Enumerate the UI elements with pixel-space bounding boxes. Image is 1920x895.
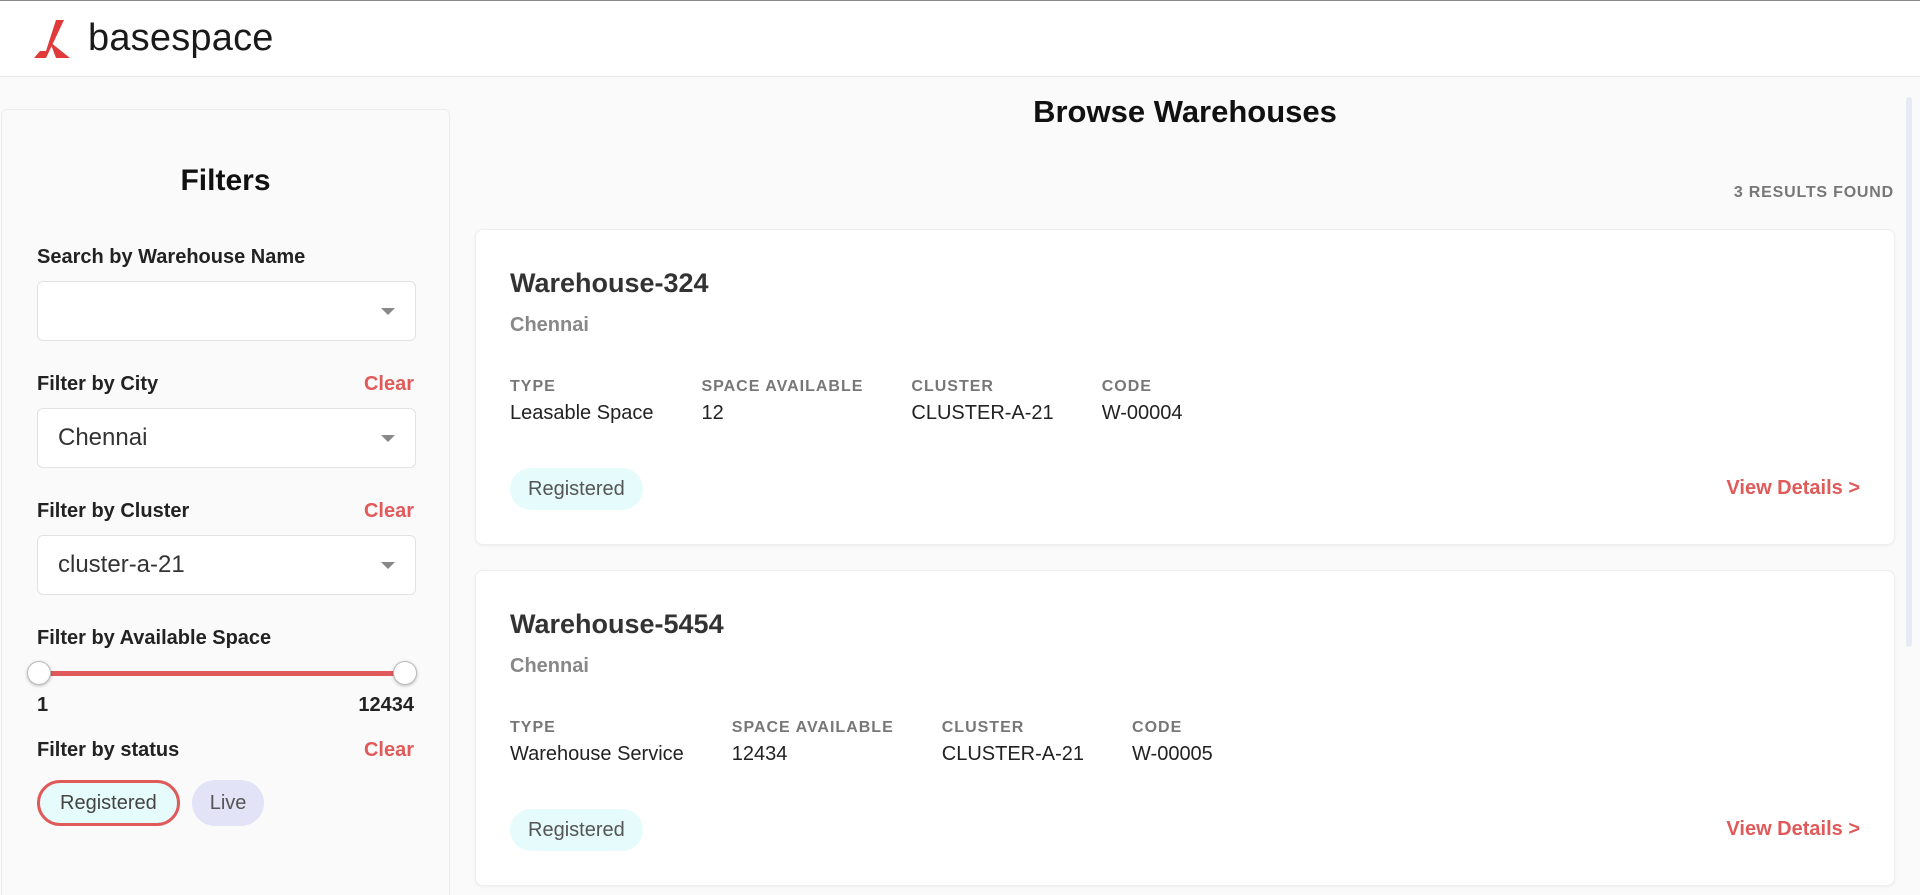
filters-title: Filters [180, 164, 271, 197]
status-chip-registered[interactable]: Registered [37, 780, 180, 826]
city-select[interactable]: Chennai [37, 408, 416, 468]
warehouse-name-select[interactable] [37, 281, 416, 341]
attr-value: 12 [701, 402, 724, 424]
space-min-value: 1 [37, 694, 49, 716]
slider-track [39, 671, 405, 676]
space-max-value: 12434 [358, 694, 414, 716]
attr-label: CODE [1132, 719, 1183, 736]
attr-value: W-00004 [1101, 402, 1183, 424]
results-count: 3 RESULTS FOUND [1733, 184, 1894, 201]
attr-value: 12434 [731, 743, 788, 765]
attr-value: Leasable Space [510, 402, 654, 424]
search-filter: Search by Warehouse Name [37, 246, 416, 341]
space-label: Filter by Available Space [37, 627, 272, 649]
attr-code: CODE W-00005 [1132, 719, 1213, 766]
attr-value: W-00005 [1132, 743, 1213, 765]
attr-label: SPACE AVAILABLE [731, 719, 894, 736]
status-filter: Filter by status Clear Registered Live [37, 739, 414, 826]
attr-label: CLUSTER [911, 378, 994, 395]
warehouse-name: Warehouse-324 [510, 268, 709, 298]
warehouse-city: Chennai [510, 314, 589, 336]
cluster-value: cluster-a-21 [58, 551, 185, 578]
chevron-down-icon [381, 434, 395, 442]
city-filter: Filter by City Clear Chennai [37, 373, 416, 468]
attr-cluster: CLUSTER CLUSTER-A-21 [911, 378, 1053, 425]
top-bar: basespace [0, 0, 1920, 77]
attr-value: CLUSTER-A-21 [911, 402, 1054, 424]
brand-name[interactable]: basespace [88, 17, 274, 60]
status-badge: Registered [510, 468, 643, 510]
status-clear-link[interactable]: Clear [364, 739, 414, 762]
chevron-down-icon [381, 561, 395, 569]
status-badge: Registered [510, 809, 643, 851]
basespace-logo-icon [34, 19, 70, 58]
view-details-link[interactable]: View Details > [1726, 477, 1860, 500]
attr-space: SPACE AVAILABLE 12434 [732, 719, 894, 766]
attr-label: CODE [1101, 378, 1152, 395]
attr-value: Warehouse Service [510, 743, 684, 765]
cluster-label: Filter by Cluster [37, 500, 190, 522]
attr-type: TYPE Leasable Space [510, 378, 653, 425]
city-label: Filter by City [37, 373, 159, 395]
search-label: Search by Warehouse Name [37, 246, 306, 268]
attr-code: CODE W-00004 [1102, 378, 1183, 425]
city-clear-link[interactable]: Clear [364, 373, 414, 396]
page-scrollbar[interactable] [1906, 97, 1912, 647]
attr-type: TYPE Warehouse Service [510, 719, 684, 766]
attr-label: TYPE [510, 378, 556, 395]
warehouse-card: Warehouse-324 Chennai TYPE Leasable Spac… [475, 229, 1895, 545]
slider-min-handle[interactable] [27, 661, 51, 685]
attr-label: TYPE [510, 719, 556, 736]
warehouse-city: Chennai [510, 655, 589, 677]
attr-label: CLUSTER [941, 719, 1025, 736]
warehouse-name: Warehouse-5454 [510, 609, 724, 639]
warehouse-card: Warehouse-5454 Chennai TYPE Warehouse Se… [475, 570, 1895, 886]
city-value: Chennai [58, 424, 148, 451]
attr-space: SPACE AVAILABLE 12 [701, 378, 863, 425]
space-filter: Filter by Available Space 1 12434 [27, 627, 417, 717]
cluster-filter: Filter by Cluster Clear cluster-a-21 [37, 500, 416, 595]
chevron-down-icon [381, 307, 395, 315]
attr-label: SPACE AVAILABLE [701, 378, 864, 395]
cluster-clear-link[interactable]: Clear [364, 500, 414, 523]
filters-panel: Filters Search by Warehouse Name Filter … [1, 109, 450, 895]
view-details-link[interactable]: View Details > [1726, 818, 1860, 841]
slider-max-handle[interactable] [393, 661, 417, 685]
space-range-slider[interactable] [27, 660, 417, 686]
attr-cluster: CLUSTER CLUSTER-A-21 [942, 719, 1084, 766]
status-chip-live[interactable]: Live [191, 780, 265, 826]
status-label: Filter by status [37, 739, 180, 761]
cluster-select[interactable]: cluster-a-21 [37, 535, 416, 595]
page-title: Browse Warehouses [1033, 94, 1337, 129]
attr-value: CLUSTER-A-21 [941, 743, 1085, 765]
